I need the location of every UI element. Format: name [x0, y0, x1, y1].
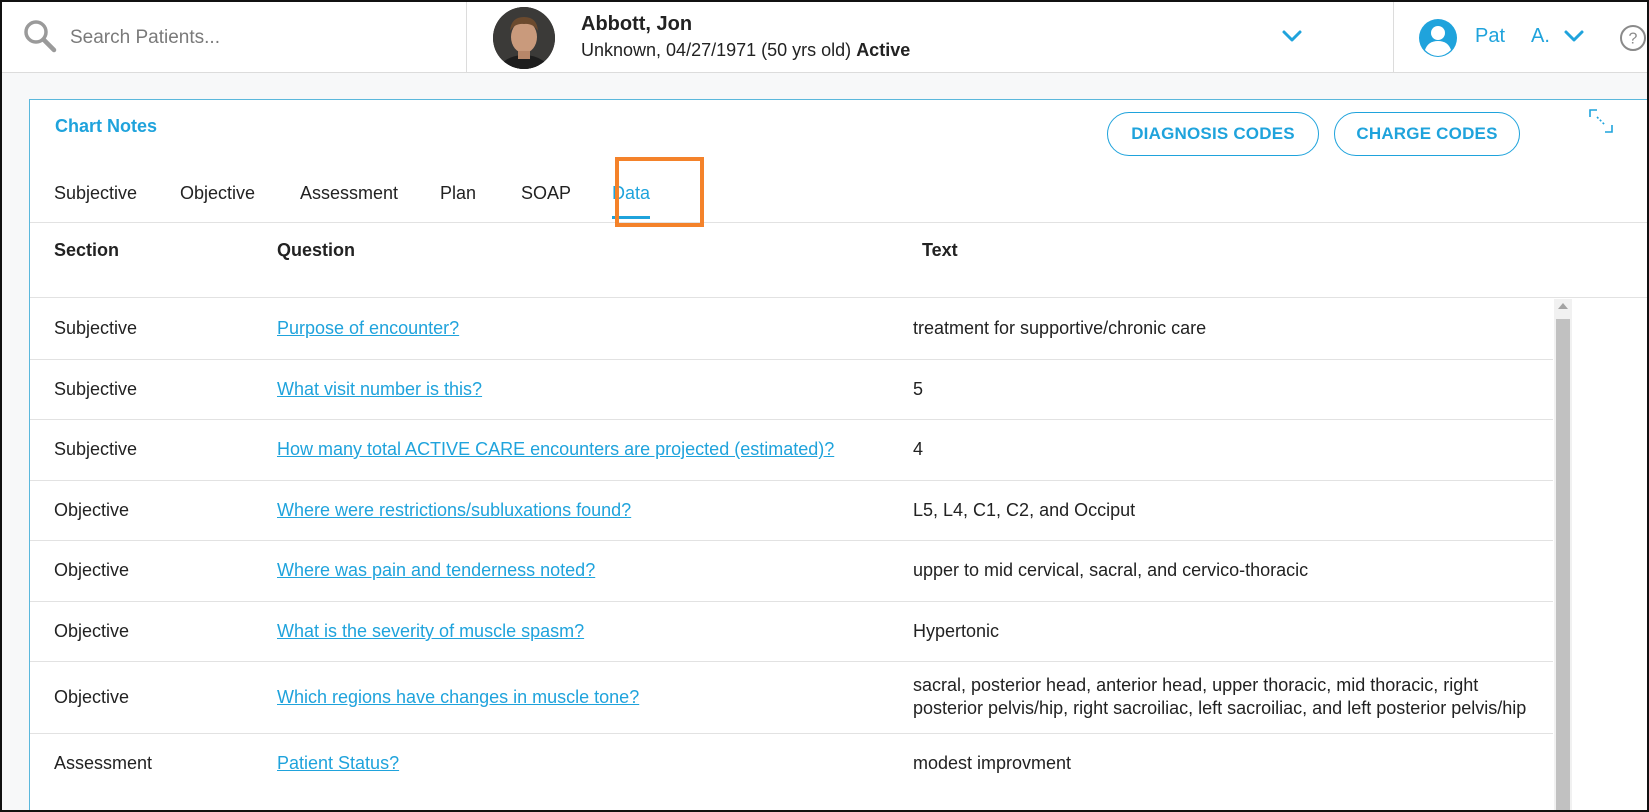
- cell-text: treatment for supportive/chronic care: [913, 318, 1207, 338]
- user-avatar-icon[interactable]: [1418, 18, 1458, 58]
- tab-assessment[interactable]: Assessment: [300, 183, 398, 204]
- search-icon[interactable]: [22, 18, 58, 54]
- patient-avatar: [493, 7, 555, 69]
- cell-section: Assessment: [54, 753, 153, 773]
- cell-text: 4: [913, 439, 924, 459]
- cell-section: Subjective: [54, 379, 138, 399]
- cell-text: 5: [913, 379, 924, 399]
- tab-bar: Subjective Objective Assessment Plan SOA…: [30, 163, 1647, 223]
- tab-data-label: Data: [612, 183, 651, 203]
- question-link[interactable]: Where were restrictions/subluxations fou…: [277, 500, 631, 521]
- table-row: Objective What is the severity of muscle…: [30, 602, 1553, 662]
- help-icon[interactable]: ?: [1619, 24, 1647, 52]
- user-menu[interactable]: Pat A. ?: [1395, 2, 1647, 73]
- cell-text: upper to mid cervical, sacral, and cervi…: [913, 560, 1309, 580]
- question-link[interactable]: Purpose of encounter?: [277, 318, 459, 339]
- column-header-section: Section: [54, 240, 120, 260]
- patient-status: Active: [856, 40, 911, 60]
- cell-section: Objective: [54, 687, 130, 707]
- patient-demographics: Unknown, 04/27/1971 (50 yrs old): [581, 40, 852, 60]
- cell-text: sacral, posterior head, anterior head, u…: [913, 675, 1527, 718]
- question-link[interactable]: Where was pain and tenderness noted?: [277, 560, 595, 581]
- column-header-question: Question: [277, 240, 356, 260]
- search-input[interactable]: [70, 22, 450, 54]
- tab-objective[interactable]: Objective: [180, 183, 255, 204]
- tab-data[interactable]: Data: [612, 183, 651, 219]
- panel-title: Chart Notes: [55, 116, 158, 136]
- question-link[interactable]: How many total ACTIVE CARE encounters ar…: [277, 439, 834, 460]
- table-row: Subjective Purpose of encounter? treatme…: [30, 299, 1553, 360]
- table-body: Subjective Purpose of encounter? treatme…: [30, 299, 1553, 810]
- diagnosis-codes-button[interactable]: DIAGNOSIS CODES: [1107, 112, 1319, 156]
- user-first-name: Pat: [1475, 25, 1506, 47]
- svg-text:?: ?: [1629, 31, 1638, 48]
- cell-section: Objective: [54, 621, 130, 641]
- table-header: Section Question Text: [30, 224, 1647, 298]
- patient-name: Abbott, Jon: [581, 13, 693, 35]
- user-last-initial: A.: [1531, 25, 1550, 47]
- scrollbar-thumb[interactable]: [1556, 319, 1570, 810]
- question-link[interactable]: Patient Status?: [277, 753, 399, 774]
- question-link[interactable]: What is the severity of muscle spasm?: [277, 621, 584, 642]
- cell-text: Hypertonic: [913, 621, 1000, 641]
- cell-section: Subjective: [54, 318, 138, 338]
- column-header-text: Text: [922, 240, 958, 260]
- cell-section: Objective: [54, 560, 130, 580]
- table-row: Subjective What visit number is this? 5: [30, 360, 1553, 420]
- active-tab-indicator: [612, 216, 651, 219]
- table-row: Subjective How many total ACTIVE CARE en…: [30, 420, 1553, 481]
- top-bar: Abbott, Jon Unknown, 04/27/1971 (50 yrs …: [2, 2, 1647, 73]
- patient-details: Unknown, 04/27/1971 (50 yrs old) Active: [581, 40, 910, 61]
- question-link[interactable]: What visit number is this?: [277, 379, 482, 400]
- tab-soap[interactable]: SOAP: [521, 183, 571, 204]
- tab-plan[interactable]: Plan: [440, 183, 476, 204]
- cell-section: Subjective: [54, 439, 138, 459]
- table-scrollbar[interactable]: [1554, 299, 1572, 810]
- table-row: Objective Which regions have changes in …: [30, 662, 1553, 734]
- cell-text: modest improvment: [913, 753, 1072, 773]
- chart-notes-panel: Chart Notes DIAGNOSIS CODES CHARGE CODES…: [29, 99, 1647, 810]
- table-row: Objective Where was pain and tenderness …: [30, 541, 1553, 602]
- scroll-up-arrow-icon[interactable]: [1558, 303, 1568, 309]
- table-row: Assessment Patient Status? modest improv…: [30, 734, 1553, 794]
- table-row: Objective Where were restrictions/sublux…: [30, 481, 1553, 541]
- app-window: Abbott, Jon Unknown, 04/27/1971 (50 yrs …: [0, 0, 1649, 812]
- expand-icon[interactable]: [1588, 108, 1614, 134]
- tab-subjective[interactable]: Subjective: [54, 183, 137, 204]
- chevron-down-icon[interactable]: [1563, 25, 1585, 47]
- cell-text: L5, L4, C1, C2, and Occiput: [913, 500, 1136, 520]
- chevron-down-icon[interactable]: [1281, 25, 1303, 47]
- cell-section: Objective: [54, 500, 130, 520]
- patient-search: [2, 2, 467, 73]
- charge-codes-button[interactable]: CHARGE CODES: [1334, 112, 1520, 156]
- patient-header: Abbott, Jon Unknown, 04/27/1971 (50 yrs …: [468, 2, 1394, 73]
- question-link[interactable]: Which regions have changes in muscle ton…: [277, 687, 639, 708]
